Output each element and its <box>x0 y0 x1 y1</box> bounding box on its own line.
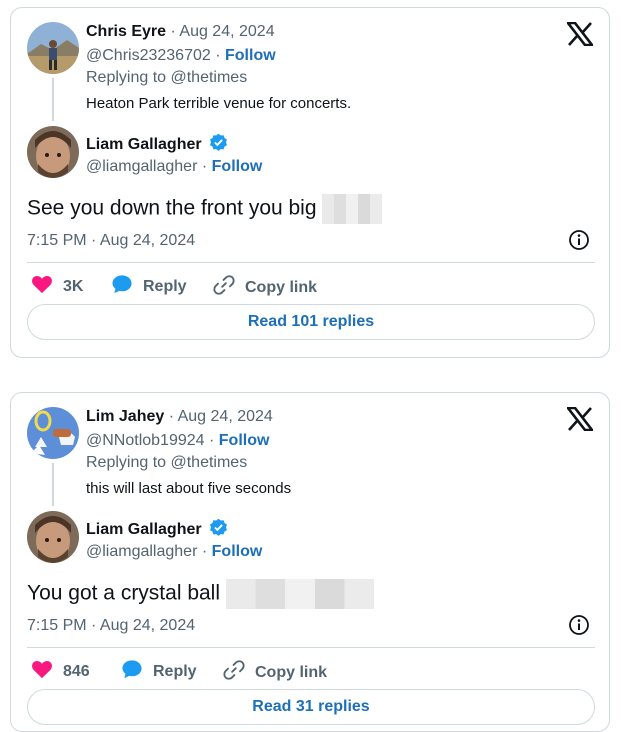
copy-link-label: Copy link <box>245 278 318 296</box>
info-icon[interactable] <box>568 229 590 256</box>
copy-link-button[interactable]: Copy link <box>213 274 317 301</box>
heart-icon <box>31 659 53 684</box>
follow-button[interactable]: Follow <box>212 158 263 175</box>
link-icon <box>223 659 245 686</box>
follow-button[interactable]: Follow <box>225 47 276 64</box>
post-date[interactable]: Aug 24, 2024 <box>178 408 273 425</box>
author-handle[interactable]: @liamgallagher <box>86 158 197 175</box>
like-count: 3K <box>63 277 84 295</box>
reply-label: Reply <box>143 277 187 295</box>
like-button[interactable]: 846 <box>31 659 90 684</box>
author-handle[interactable]: @Chris23236702 <box>86 47 211 64</box>
author-name[interactable]: Chris Eyre <box>86 23 166 40</box>
like-button[interactable]: 3K <box>31 274 83 299</box>
separator: · <box>209 432 219 449</box>
copy-link-button[interactable]: Copy link <box>223 659 327 686</box>
avatar[interactable] <box>27 511 79 563</box>
author-name[interactable]: Liam Gallagher <box>86 521 202 538</box>
reply-bubble-icon <box>111 274 133 299</box>
verified-badge-icon <box>209 518 228 543</box>
divider <box>27 647 595 648</box>
author-handle[interactable]: @NNotlob19924 <box>86 432 205 449</box>
tweet-timestamp[interactable]: 7:15 PM · Aug 24, 2024 <box>27 616 195 636</box>
avatar[interactable] <box>27 407 79 459</box>
tweet-text: See you down the front you big <box>27 196 317 220</box>
avatar[interactable] <box>27 126 79 178</box>
reply-button[interactable]: Reply <box>111 274 187 299</box>
separator: · <box>201 158 212 175</box>
tweet-timestamp[interactable]: 7:15 PM · Aug 24, 2024 <box>27 231 195 251</box>
replying-to[interactable]: Replying to @thetimes <box>86 69 247 86</box>
avatar[interactable] <box>27 22 79 74</box>
separator: · <box>201 543 212 560</box>
info-icon[interactable] <box>568 614 590 641</box>
like-count: 846 <box>63 662 90 680</box>
follow-button[interactable]: Follow <box>219 432 270 449</box>
x-logo-icon[interactable] <box>565 406 595 436</box>
copy-link-label: Copy link <box>255 663 328 681</box>
reply-bubble-icon <box>121 659 143 684</box>
author-name[interactable]: Liam Gallagher <box>86 136 202 153</box>
redacted-blur <box>225 579 374 609</box>
parent-tweet-text: this will last about five seconds <box>86 480 292 497</box>
verified-badge-icon <box>209 133 228 158</box>
parent-tweet-text: Heaton Park terrible venue for concerts. <box>86 95 352 112</box>
author-name[interactable]: Lim Jahey <box>86 408 164 425</box>
divider <box>27 262 595 263</box>
thread-line <box>52 78 54 121</box>
redacted-blur <box>322 194 383 224</box>
reply-label: Reply <box>153 662 197 680</box>
tweet-text: You got a crystal ball <box>27 581 221 605</box>
tweet-card: Lim Jahey · Aug 24, 2024 @NNotlob19924 ·… <box>10 392 610 732</box>
replying-to[interactable]: Replying to @thetimes <box>86 454 247 471</box>
follow-button[interactable]: Follow <box>212 543 263 560</box>
author-handle[interactable]: @liamgallagher <box>86 543 197 560</box>
separator: · <box>215 47 225 64</box>
tweet-card: Chris Eyre · Aug 24, 2024 @Chris23236702… <box>10 7 610 358</box>
link-icon <box>213 274 235 301</box>
post-date[interactable]: Aug 24, 2024 <box>179 23 274 40</box>
read-replies-button[interactable]: Read 101 replies <box>27 304 595 340</box>
x-logo-icon[interactable] <box>565 21 595 51</box>
separator: · <box>168 408 178 425</box>
thread-line <box>52 463 54 506</box>
read-replies-button[interactable]: Read 31 replies <box>27 689 595 725</box>
heart-icon <box>31 274 53 299</box>
reply-button[interactable]: Reply <box>121 659 197 684</box>
